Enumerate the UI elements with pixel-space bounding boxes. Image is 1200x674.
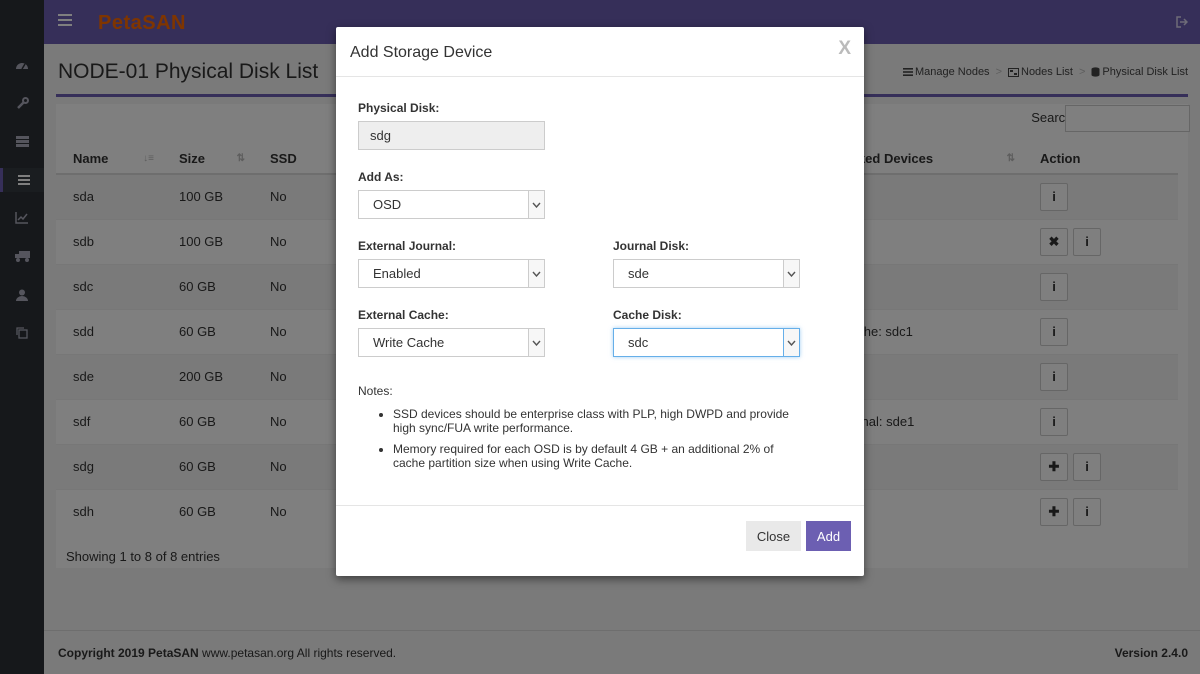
chevron-down-icon [528, 329, 544, 356]
modal-footer: Close Add [336, 505, 864, 576]
add-as-select[interactable]: OSD [358, 190, 545, 219]
chevron-down-icon [528, 191, 544, 218]
journal-disk-select[interactable]: sde [613, 259, 800, 288]
close-icon[interactable]: X [838, 38, 851, 60]
chevron-down-icon [528, 260, 544, 287]
external-journal-label: External Journal: [358, 239, 457, 253]
add-as-label: Add As: [358, 170, 404, 184]
physical-disk-label: Physical Disk: [358, 101, 440, 115]
add-as-value: OSD [373, 197, 402, 212]
external-cache-value: Write Cache [373, 335, 445, 350]
notes-label: Notes: [358, 384, 393, 398]
external-cache-label: External Cache: [358, 308, 449, 322]
journal-disk-value: sde [628, 266, 649, 281]
add-button[interactable]: Add [806, 521, 851, 551]
notes-list: SSD devices should be enterprise class w… [393, 407, 803, 477]
chevron-down-icon [783, 329, 799, 356]
modal-title: Add Storage Device [350, 44, 493, 61]
external-journal-value: Enabled [373, 266, 421, 281]
cache-disk-select[interactable]: sdc [613, 328, 800, 357]
physical-disk-field: sdg [358, 121, 545, 150]
add-storage-device-dialog: Add Storage Device X Physical Disk: sdg … [336, 27, 864, 576]
external-cache-select[interactable]: Write Cache [358, 328, 545, 357]
cache-disk-value: sdc [628, 335, 649, 350]
external-journal-select[interactable]: Enabled [358, 259, 545, 288]
journal-disk-label: Journal Disk: [613, 239, 690, 253]
close-button[interactable]: Close [746, 521, 801, 551]
note-item: Memory required for each OSD is by defau… [393, 442, 803, 470]
chevron-down-icon [783, 260, 799, 287]
note-item: SSD devices should be enterprise class w… [393, 407, 803, 435]
modal-header: Add Storage Device X [336, 27, 864, 77]
cache-disk-label: Cache Disk: [613, 308, 682, 322]
